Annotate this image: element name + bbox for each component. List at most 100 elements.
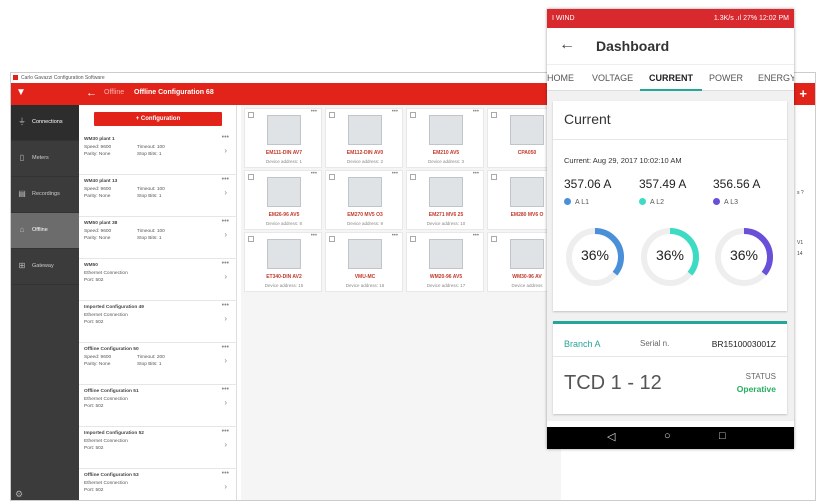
settings-gear-icon[interactable]: ⚙ bbox=[15, 489, 23, 500]
device-card[interactable]: ••• EM210 AV5 Device address: 3 bbox=[406, 108, 484, 168]
more-icon[interactable]: ••• bbox=[473, 109, 479, 115]
chevron-right-icon[interactable]: › bbox=[224, 440, 227, 449]
status-right: 1.3K/s .ıl 27% 12:02 PM bbox=[713, 15, 789, 22]
select-checkbox[interactable] bbox=[410, 174, 416, 180]
more-icon[interactable]: ••• bbox=[311, 109, 317, 115]
device-address: Device address: 3 bbox=[427, 159, 465, 164]
legend-dot-icon bbox=[564, 198, 571, 205]
select-checkbox[interactable] bbox=[329, 236, 335, 242]
more-icon[interactable]: ••• bbox=[473, 233, 479, 239]
back-triangle-icon[interactable]: ◁ bbox=[607, 430, 615, 443]
back-arrow-icon[interactable]: ← bbox=[559, 36, 575, 54]
sidebar-item-gateway[interactable]: ⊞ Gateway bbox=[11, 249, 79, 285]
sidebar-item-meters[interactable]: ▯ Meters bbox=[11, 141, 79, 177]
device-image bbox=[267, 177, 301, 207]
select-checkbox[interactable] bbox=[329, 112, 335, 118]
breadcrumb[interactable]: Offline bbox=[104, 89, 124, 96]
legend-dot-icon bbox=[639, 198, 646, 205]
more-icon[interactable]: ••• bbox=[222, 134, 229, 141]
list-item[interactable]: Imported Configuration 52 Ethernet Connec… bbox=[79, 427, 237, 469]
device-address: Device address: 15 bbox=[264, 283, 304, 288]
serial-number: BR1510003001Z bbox=[711, 339, 776, 349]
device-card[interactable]: ••• WM20-96 AV5 Device address: 17 bbox=[406, 232, 484, 292]
tab-power[interactable]: POWER bbox=[709, 73, 743, 83]
plug-icon: ⏚ bbox=[18, 117, 26, 126]
phase-value: 356.56 A bbox=[713, 177, 761, 191]
select-checkbox[interactable] bbox=[248, 112, 254, 118]
select-checkbox[interactable] bbox=[329, 174, 335, 180]
more-icon[interactable]: ••• bbox=[222, 386, 229, 393]
select-checkbox[interactable] bbox=[491, 112, 497, 118]
device-name: EM112-DIN AV0 bbox=[346, 150, 384, 156]
list-item[interactable]: WM40 plant 13 Speed: 9600 Timeout: 100 Pari… bbox=[79, 175, 237, 217]
list-item[interactable]: WM30 plant 1 Speed: 9600 Timeout: 100 Parit… bbox=[79, 133, 237, 175]
device-card[interactable]: ••• VMU-MC Device address: 16 bbox=[325, 232, 403, 292]
chevron-right-icon[interactable]: › bbox=[224, 356, 227, 365]
device-card[interactable]: ••• EM26-96 AV5 Device address: 8 bbox=[244, 170, 322, 230]
more-icon[interactable]: ••• bbox=[311, 171, 317, 177]
select-checkbox[interactable] bbox=[410, 236, 416, 242]
more-icon[interactable]: ••• bbox=[222, 218, 229, 225]
more-icon[interactable]: ••• bbox=[311, 233, 317, 239]
home-circle-icon[interactable]: ○ bbox=[664, 430, 671, 442]
select-checkbox[interactable] bbox=[248, 174, 254, 180]
more-icon[interactable]: ••• bbox=[222, 260, 229, 267]
more-icon[interactable]: ••• bbox=[222, 176, 229, 183]
list-item-detail: Port: 502 bbox=[84, 320, 104, 325]
more-icon[interactable]: ••• bbox=[222, 302, 229, 309]
chevron-right-icon[interactable]: › bbox=[224, 482, 227, 491]
select-checkbox[interactable] bbox=[410, 112, 416, 118]
recents-square-icon[interactable]: □ bbox=[719, 430, 726, 442]
device-card[interactable]: ••• EM271 MV6 25 Device address: 10 bbox=[406, 170, 484, 230]
list-item-detail: Ethernet Connection bbox=[84, 481, 128, 486]
tab-current[interactable]: CURRENT bbox=[649, 73, 693, 83]
device-card[interactable]: ••• EM112-DIN AV0 Device address: 2 bbox=[325, 108, 403, 168]
list-item[interactable]: Imported Configuration 49 Ethernet Connec… bbox=[79, 301, 237, 343]
device-card[interactable]: ••• EM111-DIN AV7 Device address: 1 bbox=[244, 108, 322, 168]
chevron-right-icon[interactable]: › bbox=[224, 398, 227, 407]
select-checkbox[interactable] bbox=[491, 236, 497, 242]
sidebar-item-connections[interactable]: ⏚ Connections bbox=[11, 105, 79, 141]
list-item-detail: Stop Bits: 1 bbox=[137, 236, 162, 241]
more-icon[interactable]: ••• bbox=[392, 171, 398, 177]
timestamp: Current: Aug 29, 2017 10:02:10 AM bbox=[564, 156, 682, 165]
app-logo-icon bbox=[13, 75, 18, 80]
device-name: EM210 AV5 bbox=[432, 150, 460, 156]
tab-home[interactable]: HOME bbox=[547, 73, 574, 83]
more-icon[interactable]: ••• bbox=[473, 171, 479, 177]
chevron-right-icon[interactable]: › bbox=[224, 230, 227, 239]
more-icon[interactable]: ••• bbox=[392, 109, 398, 115]
device-address: Device address: 1 bbox=[265, 159, 303, 164]
tab-voltage[interactable]: VOLTAGE bbox=[592, 73, 633, 83]
chevron-right-icon[interactable]: › bbox=[224, 188, 227, 197]
chevron-right-icon[interactable]: › bbox=[224, 272, 227, 281]
list-item[interactable]: Offline Configuration 50 Speed: 9600 Timeo… bbox=[79, 343, 237, 385]
list-item-title: WM30 plant 1 bbox=[84, 137, 115, 142]
more-icon[interactable]: ••• bbox=[222, 470, 229, 477]
chevron-right-icon[interactable]: › bbox=[224, 314, 227, 323]
branch-card[interactable]: Branch A Serial n. BR1510003001Z TCD 1 -… bbox=[553, 321, 787, 414]
more-icon[interactable]: ••• bbox=[222, 428, 229, 435]
more-icon[interactable]: ••• bbox=[222, 344, 229, 351]
device-card[interactable]: ••• ET340-DIN AV2 Device address: 15 bbox=[244, 232, 322, 292]
sidebar-item-offline[interactable]: ⌂ Offline bbox=[11, 213, 79, 249]
add-icon[interactable]: + bbox=[799, 86, 807, 101]
list-item[interactable]: WM50 Ethernet Connection Port: 502 ••• › bbox=[79, 259, 237, 301]
list-item[interactable]: Offline Configuration 51 Ethernet Connect… bbox=[79, 385, 237, 427]
sidebar-item-recordings[interactable]: ▤ Recordings bbox=[11, 177, 79, 213]
tab-energy[interactable]: ENERGY bbox=[758, 73, 794, 83]
list-item[interactable]: Offline Configuration 53 Ethernet Connect… bbox=[79, 469, 237, 500]
back-arrow-icon[interactable]: ← bbox=[86, 87, 97, 99]
select-checkbox[interactable] bbox=[248, 236, 254, 242]
partial-text: 14 bbox=[797, 251, 803, 257]
tab-bar: HOME VOLTAGE CURRENT POWER ENERGY bbox=[547, 65, 794, 91]
sidebar-item-label: Offline bbox=[32, 227, 48, 233]
dashboard-body: Current Current: Aug 29, 2017 10:02:10 A… bbox=[547, 91, 794, 421]
chevron-right-icon[interactable]: › bbox=[224, 146, 227, 155]
more-icon[interactable]: ••• bbox=[392, 233, 398, 239]
list-item[interactable]: WM50 plant 38 Speed: 9600 Timeout: 100 Pari… bbox=[79, 217, 237, 259]
select-checkbox[interactable] bbox=[491, 174, 497, 180]
add-configuration-button[interactable]: + Configuration bbox=[94, 112, 222, 126]
device-card[interactable]: ••• EM270 MV5 O3 Device address: 9 bbox=[325, 170, 403, 230]
device-name: EM26-96 AV5 bbox=[268, 212, 300, 218]
